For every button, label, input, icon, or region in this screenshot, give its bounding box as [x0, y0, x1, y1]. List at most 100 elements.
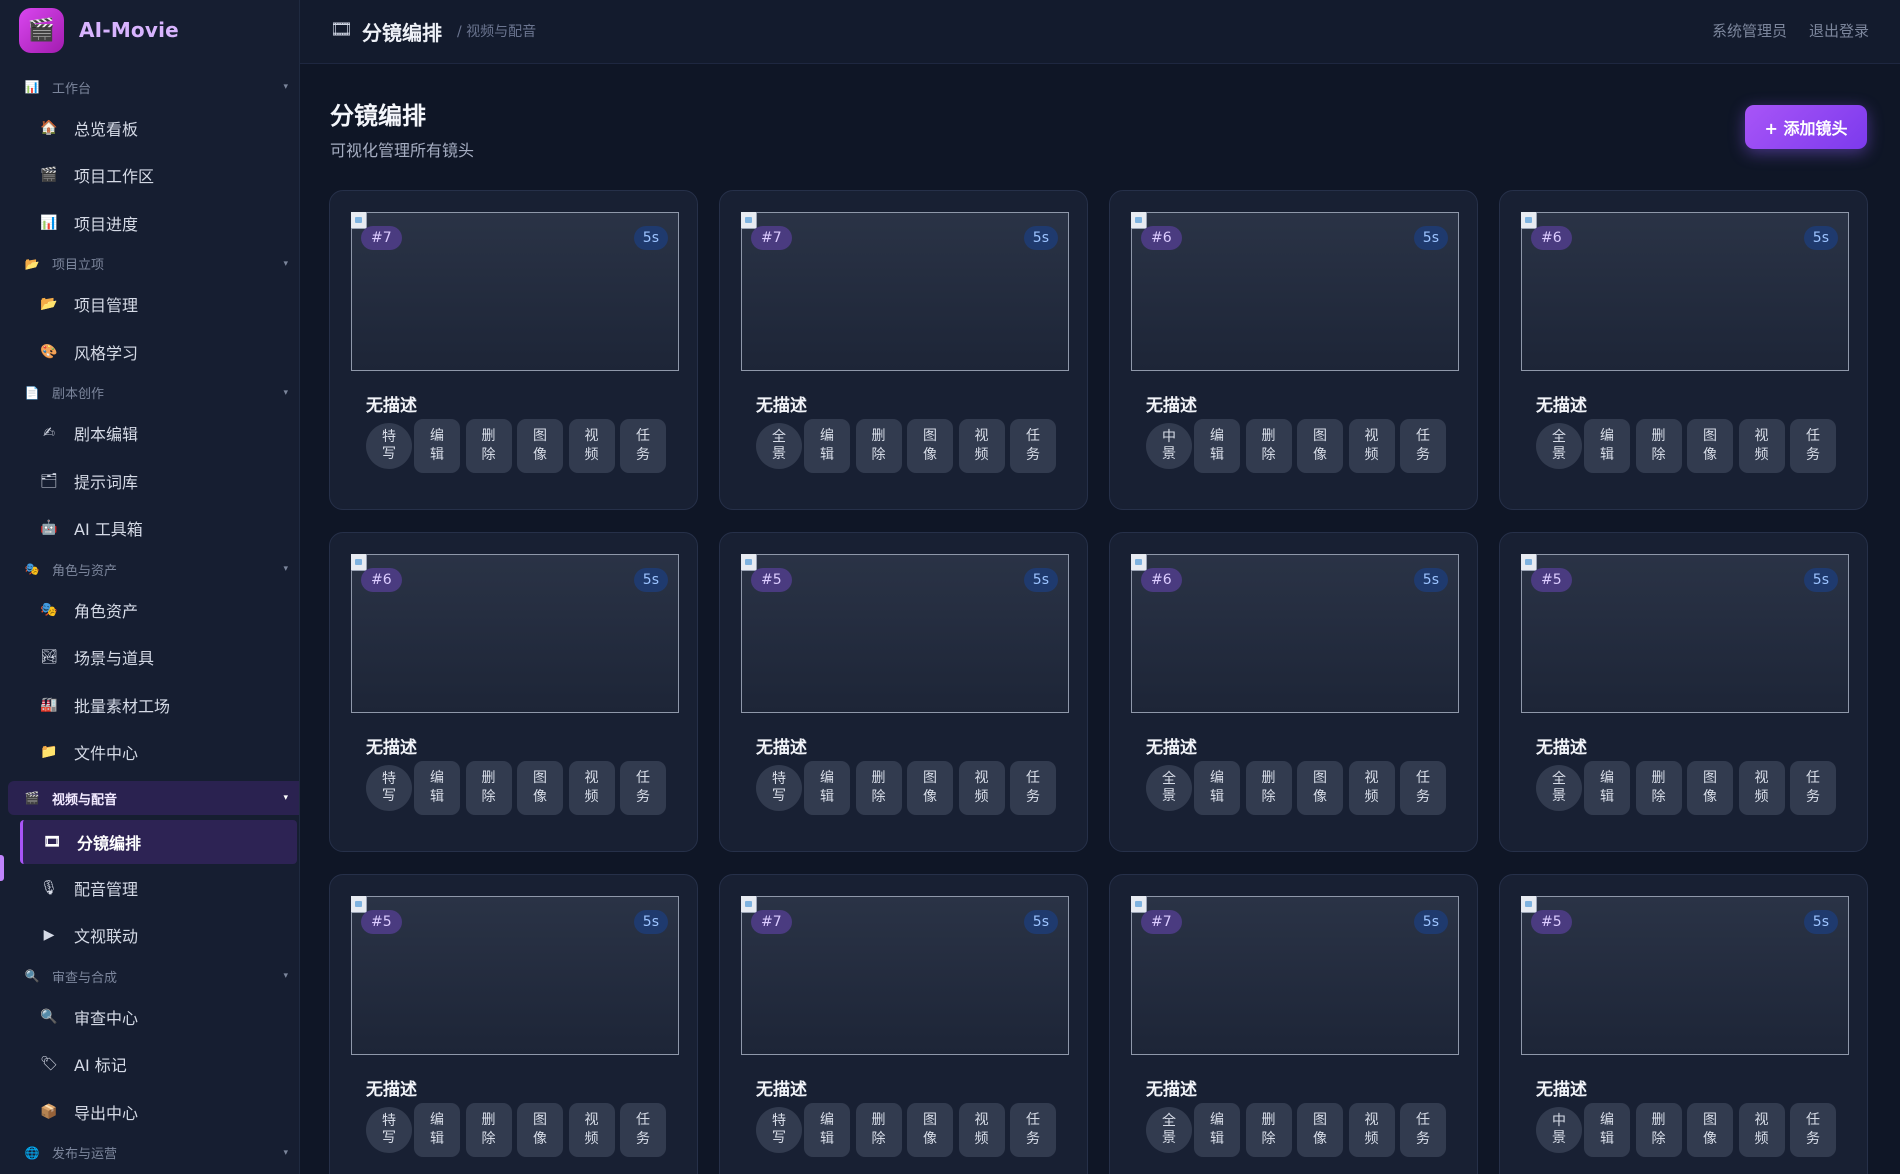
image-button[interactable]: 图像 — [1687, 761, 1733, 815]
image-button[interactable]: 图像 — [517, 1103, 563, 1157]
sidebar-item-script-editor[interactable]: ✍ 剧本编辑 — [0, 410, 299, 458]
edit-button[interactable]: 编辑 — [1194, 1103, 1240, 1157]
shot-thumbnail[interactable]: #5 5s — [1521, 554, 1849, 713]
sidebar-group-review-compose[interactable]: 🔍 审查与合成 ▾ — [0, 959, 299, 993]
task-button[interactable]: 任务 — [1010, 1103, 1056, 1157]
video-button[interactable]: 视频 — [958, 761, 1005, 815]
image-button[interactable]: 图像 — [1297, 419, 1343, 473]
edit-button[interactable]: 编辑 — [414, 419, 460, 473]
sidebar-item-project-progress[interactable]: 📊 项目进度 — [0, 199, 299, 247]
delete-button[interactable]: 删除 — [1635, 419, 1682, 473]
shot-thumbnail[interactable]: #5 5s — [741, 554, 1069, 713]
task-button[interactable]: 任务 — [1010, 761, 1056, 815]
task-button[interactable]: 任务 — [1790, 419, 1836, 473]
shot-card[interactable]: #7 5s 无描述 特写 编辑 删除 图像 视频 任务 — [329, 190, 698, 510]
shot-thumbnail[interactable]: #7 5s — [741, 212, 1069, 371]
edit-button[interactable]: 编辑 — [414, 761, 460, 815]
shot-card[interactable]: #7 5s 无描述 全景 编辑 删除 图像 视频 任务 — [1109, 874, 1478, 1174]
video-button[interactable]: 视频 — [568, 761, 615, 815]
delete-button[interactable]: 删除 — [1635, 761, 1682, 815]
delete-button[interactable]: 删除 — [465, 419, 512, 473]
sidebar-group-publish-ops[interactable]: 🌐 发布与运营 ▾ — [0, 1136, 299, 1170]
task-button[interactable]: 任务 — [620, 761, 666, 815]
sidebar-item-ai-toolbox[interactable]: 🤖 AI 工具箱 — [0, 505, 299, 553]
sidebar-item-ai-marks[interactable]: 🏷 AI 标记 — [0, 1041, 299, 1089]
shot-type-chip[interactable]: 特写 — [756, 765, 802, 811]
sidebar-group-workbench[interactable]: 📊 工作台 ▾ — [0, 70, 299, 104]
task-button[interactable]: 任务 — [1400, 1103, 1446, 1157]
video-button[interactable]: 视频 — [1348, 1103, 1395, 1157]
video-button[interactable]: 视频 — [1348, 761, 1395, 815]
sidebar-item-project-management[interactable]: 📂 项目管理 — [0, 281, 299, 329]
delete-button[interactable]: 删除 — [465, 1103, 512, 1157]
task-button[interactable]: 任务 — [620, 419, 666, 473]
shot-thumbnail[interactable]: #6 5s — [351, 554, 679, 713]
shot-thumbnail[interactable]: #7 5s — [741, 896, 1069, 1055]
sidebar-group-characters-assets[interactable]: 🎭 角色与资产 ▾ — [0, 552, 299, 586]
delete-button[interactable]: 删除 — [855, 419, 902, 473]
shot-thumbnail[interactable]: #6 5s — [1521, 212, 1849, 371]
video-button[interactable]: 视频 — [1348, 419, 1395, 473]
edit-button[interactable]: 编辑 — [1584, 761, 1630, 815]
edit-button[interactable]: 编辑 — [414, 1103, 460, 1157]
shot-thumbnail[interactable]: #7 5s — [351, 212, 679, 371]
sidebar-item-review-center[interactable]: 🔍 审查中心 — [0, 993, 299, 1041]
image-button[interactable]: 图像 — [1687, 419, 1733, 473]
sidebar-item-overview[interactable]: 🏠 总览看板 — [0, 104, 299, 152]
delete-button[interactable]: 删除 — [1245, 1103, 1292, 1157]
image-button[interactable]: 图像 — [1687, 1103, 1733, 1157]
edit-button[interactable]: 编辑 — [1194, 761, 1240, 815]
shot-card[interactable]: #6 5s 无描述 特写 编辑 删除 图像 视频 任务 — [329, 532, 698, 852]
task-button[interactable]: 任务 — [1790, 1103, 1836, 1157]
shot-thumbnail[interactable]: #7 5s — [1131, 896, 1459, 1055]
shot-card[interactable]: #5 5s 无描述 特写 编辑 删除 图像 视频 任务 — [719, 532, 1088, 852]
shot-type-chip[interactable]: 全景 — [1536, 423, 1582, 469]
task-button[interactable]: 任务 — [1790, 761, 1836, 815]
edit-button[interactable]: 编辑 — [804, 1103, 850, 1157]
image-button[interactable]: 图像 — [1297, 1103, 1343, 1157]
add-shot-button[interactable]: + 添加镜头 — [1745, 105, 1867, 149]
shot-type-chip[interactable]: 全景 — [1536, 765, 1582, 811]
shot-card[interactable]: #5 5s 无描述 中景 编辑 删除 图像 视频 任务 — [1499, 874, 1868, 1174]
edit-button[interactable]: 编辑 — [804, 761, 850, 815]
shot-type-chip[interactable]: 全景 — [1146, 765, 1192, 811]
sidebar-group-project-setup[interactable]: 📂 项目立项 ▾ — [0, 247, 299, 281]
shot-card[interactable]: #6 5s 无描述 中景 编辑 删除 图像 视频 任务 — [1109, 190, 1478, 510]
sidebar-item-export-center[interactable]: 📦 导出中心 — [0, 1088, 299, 1136]
delete-button[interactable]: 删除 — [855, 761, 902, 815]
delete-button[interactable]: 删除 — [465, 761, 512, 815]
sidebar-item-dubbing-management[interactable]: 🎙 配音管理 — [0, 864, 299, 912]
task-button[interactable]: 任务 — [1010, 419, 1056, 473]
shot-type-chip[interactable]: 全景 — [1146, 1107, 1192, 1153]
delete-button[interactable]: 删除 — [1635, 1103, 1682, 1157]
shot-thumbnail[interactable]: #6 5s — [1131, 212, 1459, 371]
shot-type-chip[interactable]: 中景 — [1536, 1107, 1582, 1153]
shot-card[interactable]: #7 5s 无描述 全景 编辑 删除 图像 视频 任务 — [719, 190, 1088, 510]
video-button[interactable]: 视频 — [568, 419, 615, 473]
video-button[interactable]: 视频 — [958, 1103, 1005, 1157]
task-button[interactable]: 任务 — [1400, 761, 1446, 815]
shot-type-chip[interactable]: 特写 — [366, 765, 412, 811]
video-button[interactable]: 视频 — [1738, 1103, 1785, 1157]
shot-type-chip[interactable]: 全景 — [756, 423, 802, 469]
video-button[interactable]: 视频 — [568, 1103, 615, 1157]
sidebar-item-style-learning[interactable]: 🎨 风格学习 — [0, 328, 299, 376]
video-button[interactable]: 视频 — [1738, 419, 1785, 473]
sidebar-item-character-assets[interactable]: 🎭 角色资产 — [0, 586, 299, 634]
shot-card[interactable]: #6 5s 无描述 全景 编辑 删除 图像 视频 任务 — [1109, 532, 1478, 852]
edit-button[interactable]: 编辑 — [804, 419, 850, 473]
shot-card[interactable]: #5 5s 无描述 全景 编辑 删除 图像 视频 任务 — [1499, 532, 1868, 852]
video-button[interactable]: 视频 — [958, 419, 1005, 473]
image-button[interactable]: 图像 — [907, 419, 953, 473]
breadcrumb[interactable]: / 视频与配音 — [457, 21, 536, 41]
sidebar-item-project-workspace[interactable]: 🎬 项目工作区 — [0, 152, 299, 200]
sidebar-item-batch-factory[interactable]: 🏭 批量素材工场 — [0, 681, 299, 729]
edit-button[interactable]: 编辑 — [1584, 1103, 1630, 1157]
video-button[interactable]: 视频 — [1738, 761, 1785, 815]
sidebar-group-video-dubbing[interactable]: 🎬 视频与配音 ▾ — [8, 781, 299, 815]
edit-button[interactable]: 编辑 — [1584, 419, 1630, 473]
shot-card[interactable]: #6 5s 无描述 全景 编辑 删除 图像 视频 任务 — [1499, 190, 1868, 510]
sidebar-item-scenes-props[interactable]: 🏞 场景与道具 — [0, 634, 299, 682]
shot-type-chip[interactable]: 特写 — [366, 1107, 412, 1153]
shot-type-chip[interactable]: 特写 — [366, 423, 412, 469]
